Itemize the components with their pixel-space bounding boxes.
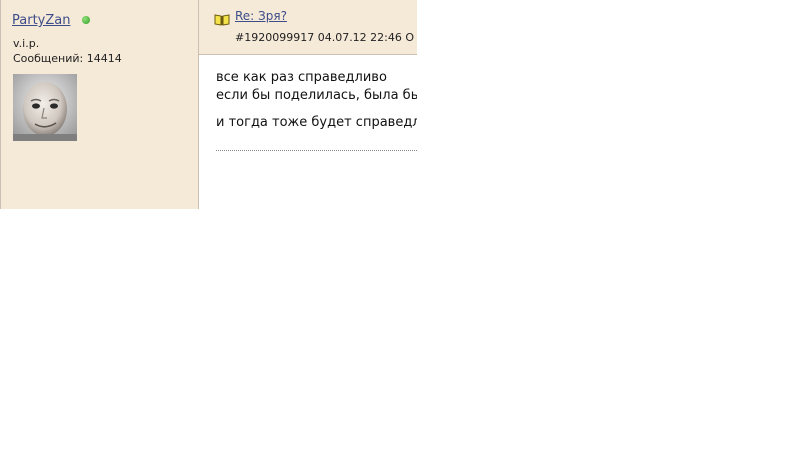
post-title-link[interactable]: Re: Зря?	[235, 9, 287, 23]
post-text-line: и тогда тоже будет справедли	[216, 115, 417, 130]
book-icon	[214, 11, 230, 26]
post-meta: #1920099917 04.07.12 22:46 О	[235, 31, 415, 44]
forum-post: PartyZan v.i.p. Сообщений: 14414 Re: Зря…	[0, 0, 417, 209]
online-status-icon	[82, 16, 90, 24]
avatar[interactable]	[13, 74, 77, 141]
author-rank: v.i.p.	[13, 37, 40, 50]
post-text-line: все как раз справедливо	[216, 70, 387, 85]
signature-divider	[216, 150, 417, 151]
author-panel: PartyZan v.i.p. Сообщений: 14414	[0, 0, 199, 209]
author-name-link[interactable]: PartyZan	[12, 13, 70, 28]
post-body: все как раз справедливо если бы поделила…	[199, 55, 417, 209]
author-post-count: Сообщений: 14414	[13, 52, 122, 65]
post-text-line: если бы поделилась, была бы	[216, 88, 417, 103]
post-header: Re: Зря? #1920099917 04.07.12 22:46 О	[199, 0, 417, 55]
avatar-image	[13, 74, 77, 141]
